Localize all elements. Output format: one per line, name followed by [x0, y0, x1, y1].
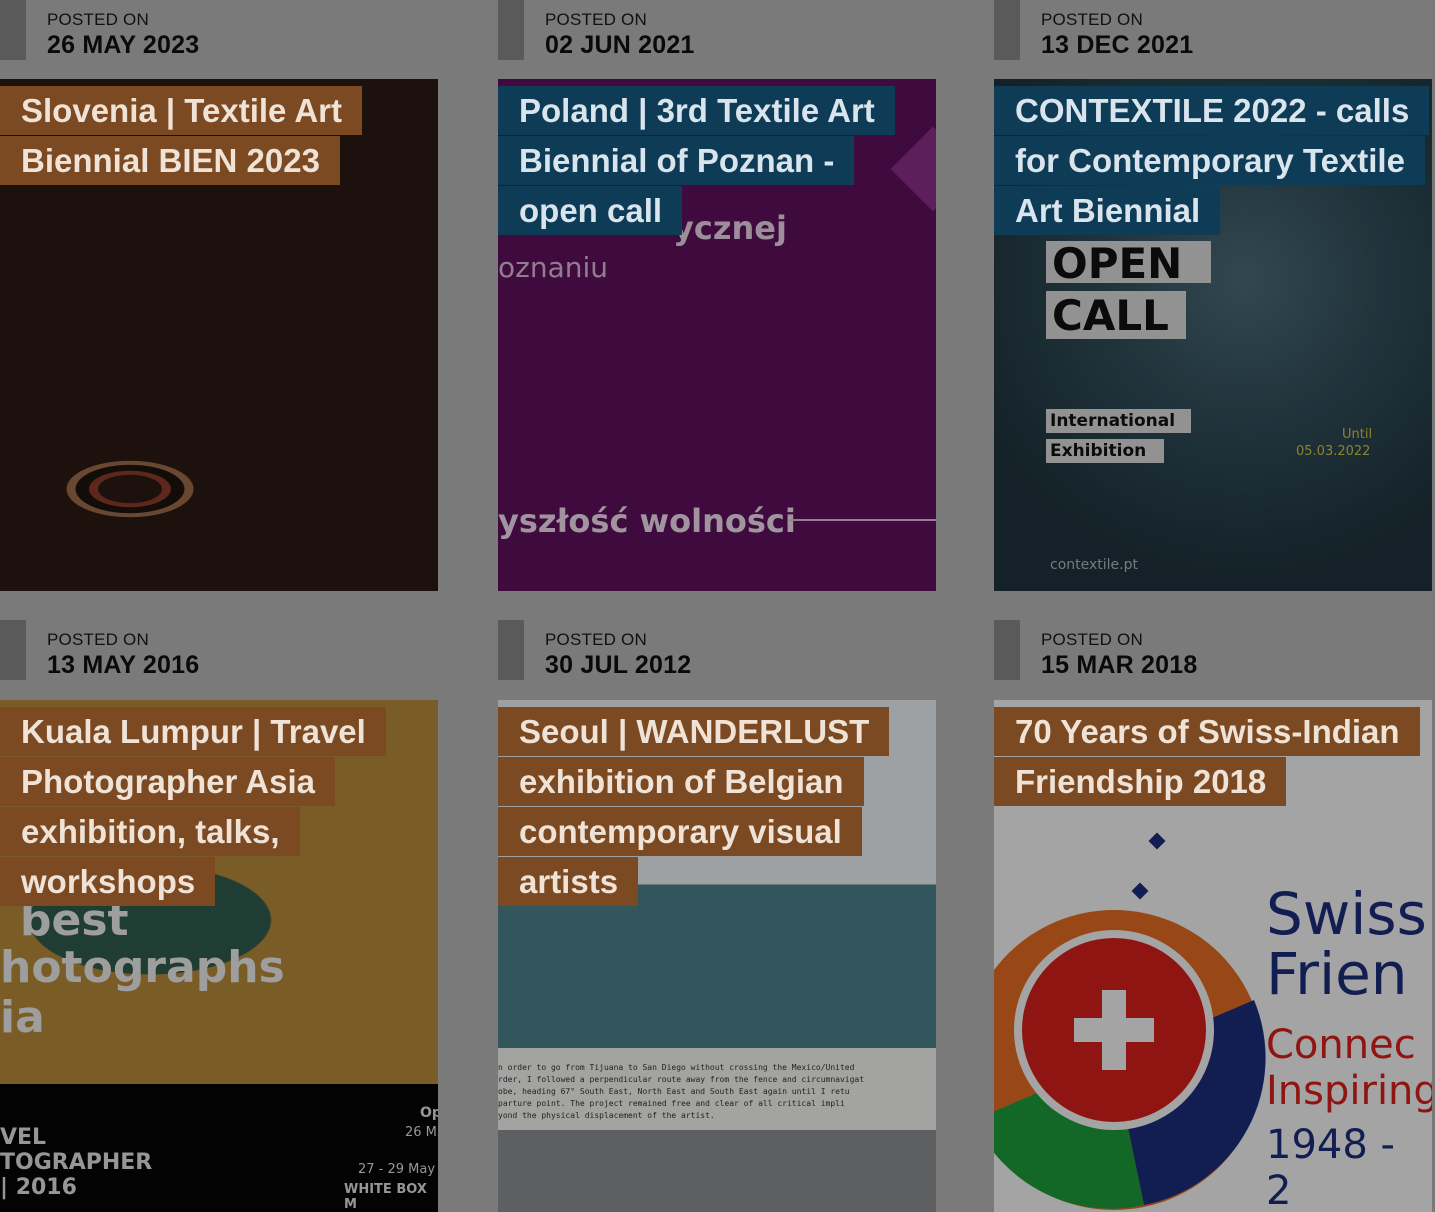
- post-meta: POSTED ON 26 MAY 2023: [0, 0, 438, 78]
- post-title-box[interactable]: 70 Years of Swiss-Indian Friendship 2018: [994, 707, 1420, 807]
- post-meta: POSTED ON 30 JUL 2012: [498, 620, 936, 698]
- date-marker: [0, 620, 26, 680]
- post-title[interactable]: Seoul | WANDERLUST exhibition of Belgian…: [498, 707, 890, 906]
- post-meta: POSTED ON 02 JUN 2021: [498, 0, 936, 78]
- posted-on-label: POSTED ON: [47, 10, 149, 29]
- posted-on-label: POSTED ON: [545, 630, 647, 649]
- post-date: 30 JUL 2012: [545, 651, 692, 679]
- post-thumbnail[interactable]: ycznej oznaniu yszłość wolności Poland |…: [498, 79, 936, 591]
- date-marker: [994, 0, 1020, 60]
- post-date: 13 MAY 2016: [47, 651, 200, 679]
- date-marker: [0, 0, 26, 60]
- post-thumbnail[interactable]: Slovenia | Textile Art Biennial BIEN 202…: [0, 79, 438, 591]
- post-title-box[interactable]: Seoul | WANDERLUST exhibition of Belgian…: [498, 707, 918, 907]
- posted-on-label: POSTED ON: [47, 630, 149, 649]
- post-title-box[interactable]: Poland | 3rd Textile Art Biennial of Poz…: [498, 86, 918, 236]
- post-meta: POSTED ON 13 DEC 2021: [994, 0, 1432, 78]
- post-date: 13 DEC 2021: [1041, 31, 1194, 59]
- post-title-box[interactable]: Slovenia | Textile Art Biennial BIEN 202…: [0, 86, 420, 186]
- post-title[interactable]: Poland | 3rd Textile Art Biennial of Poz…: [498, 86, 895, 235]
- post-meta: POSTED ON 15 MAR 2018: [994, 620, 1432, 698]
- post-date: 26 MAY 2023: [47, 31, 200, 59]
- post-date: 15 MAR 2018: [1041, 651, 1198, 679]
- posts-grid: POSTED ON 26 MAY 2023 Slovenia | Textile…: [0, 0, 1435, 1212]
- post-meta: POSTED ON 13 MAY 2016: [0, 620, 438, 698]
- post-title[interactable]: CONTEXTILE 2022 - calls for Contemporary…: [994, 86, 1430, 235]
- post-date: 02 JUN 2021: [545, 31, 695, 59]
- post-title[interactable]: Slovenia | Textile Art Biennial BIEN 202…: [0, 86, 362, 185]
- date-marker: [994, 620, 1020, 680]
- posted-on-label: POSTED ON: [1041, 10, 1143, 29]
- posted-on-label: POSTED ON: [1041, 630, 1143, 649]
- post-title[interactable]: Kuala Lumpur | Travel Photographer Asia …: [0, 707, 386, 906]
- post-thumbnail[interactable]: n order to go from Tijuana to San Diego …: [498, 700, 936, 1212]
- posted-on-label: POSTED ON: [545, 10, 647, 29]
- post-thumbnail[interactable]: best hotographs ia VEL TOGRAPHER | 2016 …: [0, 700, 438, 1212]
- post-title-box[interactable]: Kuala Lumpur | Travel Photographer Asia …: [0, 707, 420, 907]
- date-marker: [498, 620, 524, 680]
- post-title[interactable]: 70 Years of Swiss-Indian Friendship 2018: [994, 707, 1420, 806]
- post-title-box[interactable]: CONTEXTILE 2022 - calls for Contemporary…: [994, 86, 1430, 236]
- post-thumbnail[interactable]: Swiss Frien Connec Inspiring 1948 - 2 70…: [994, 700, 1432, 1212]
- post-thumbnail[interactable]: OPEN CALL International Exhibition Until…: [994, 79, 1432, 591]
- date-marker: [498, 0, 524, 60]
